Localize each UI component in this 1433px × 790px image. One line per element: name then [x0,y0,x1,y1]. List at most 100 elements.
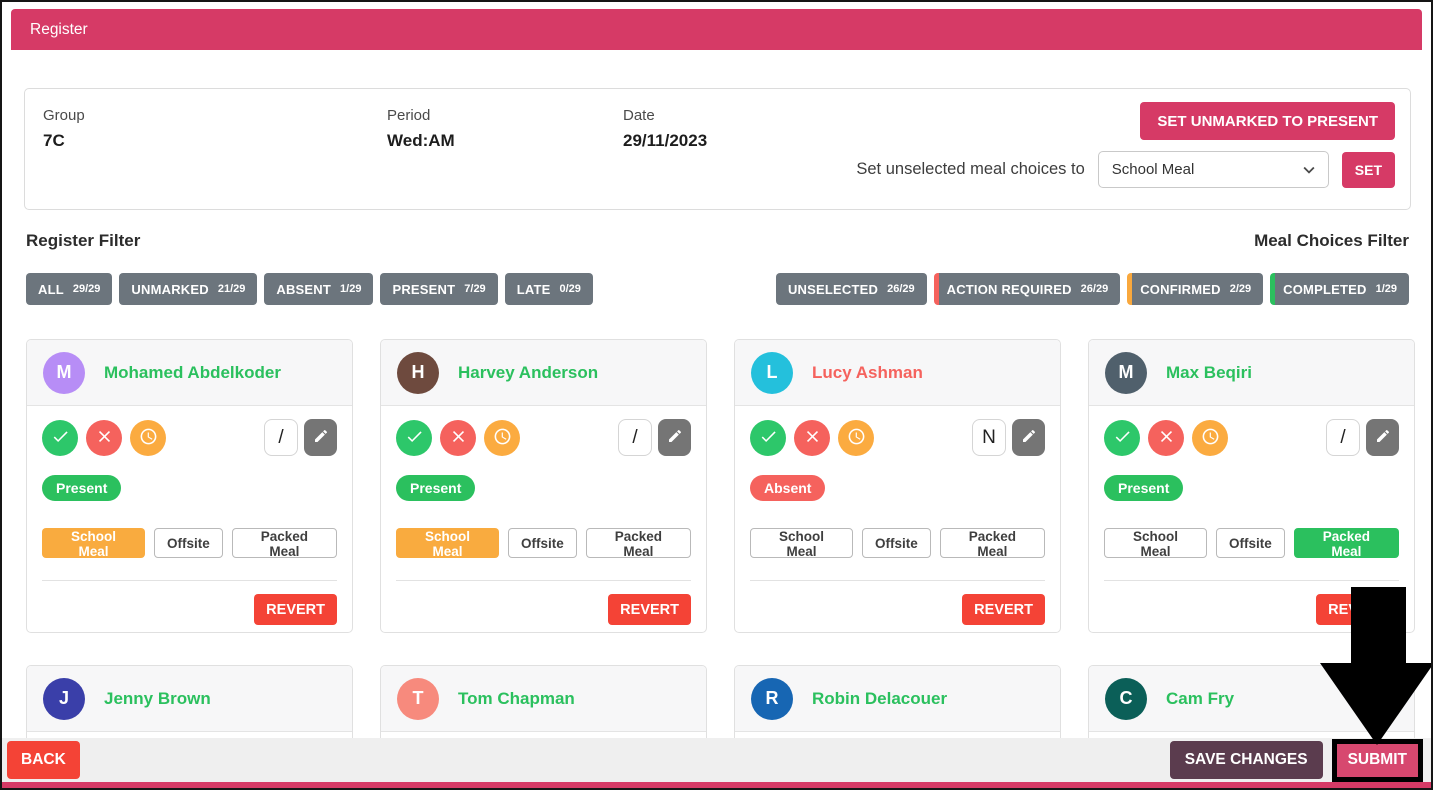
filter-count: 21/29 [218,283,246,295]
filter-label: COMPLETED [1283,282,1366,297]
meal-set-row: Set unselected meal choices to School Me… [856,151,1395,188]
student-card-header: R Robin Delacouer [735,666,1060,732]
meal-option-offsite-button[interactable]: Offsite [1216,528,1285,558]
mark-absent-button[interactable] [86,420,122,456]
filter-button-all[interactable]: ALL 29/29 [26,273,112,305]
filter-count: 7/29 [464,283,485,295]
set-meal-button[interactable]: SET [1342,152,1395,188]
register-page: Register Group 7C Period Wed:AM Date 29/… [0,0,1433,790]
student-card-header: M Mohamed Abdelkoder [27,340,352,406]
student-card-harvey-anderson: H Harvey Anderson / Present School MealO… [380,339,707,633]
edit-mark-button[interactable] [1366,419,1399,456]
filter-button-absent[interactable]: ABSENT 1/29 [264,273,373,305]
meal-option-offsite-button[interactable]: Offsite [862,528,931,558]
avatar: R [751,678,793,720]
meal-options-row: School Meal Offsite Packed Meal [1104,528,1399,558]
edit-mark-button[interactable] [304,419,337,456]
mark-late-button[interactable] [130,420,166,456]
date-field: Date 29/11/2023 [623,107,707,151]
revert-button[interactable]: REVERT [1316,594,1399,625]
student-name: Cam Fry [1166,689,1234,709]
date-value: 29/11/2023 [623,131,707,151]
check-icon [1113,427,1132,449]
filter-button-present[interactable]: PRESENT 7/29 [380,273,497,305]
meal-option-packed-meal-button[interactable]: Packed Meal [940,528,1045,558]
filter-button-action-required[interactable]: ACTION REQUIRED 26/29 [934,273,1121,305]
bottom-accent-strip [2,782,1431,788]
register-filter-group: ALL 29/29 UNMARKED 21/29 ABSENT 1/29 PRE… [26,273,593,305]
filter-label: UNSELECTED [788,282,878,297]
mark-absent-button[interactable] [794,420,830,456]
filter-label: ACTION REQUIRED [947,282,1072,297]
student-card-header: H Harvey Anderson [381,340,706,406]
student-name: Mohamed Abdelkoder [104,363,281,383]
filter-button-late[interactable]: LATE 0/29 [505,273,593,305]
mark-late-button[interactable] [1192,420,1228,456]
meal-option-packed-meal-button[interactable]: Packed Meal [1294,528,1399,558]
filter-count: 29/29 [73,283,101,295]
avatar: L [751,352,793,394]
mark-present-button[interactable] [750,420,786,456]
avatar: J [43,678,85,720]
meal-option-packed-meal-button[interactable]: Packed Meal [586,528,691,558]
meal-option-school-meal-button[interactable]: School Meal [750,528,853,558]
meal-option-school-meal-button[interactable]: School Meal [1104,528,1207,558]
card-body: / Present School MealOffsitePacked Meal … [381,406,706,625]
mark-code-display: / [264,419,298,456]
mark-buttons-row: / [1104,419,1399,456]
meal-option-school-meal-button[interactable]: School Meal [42,528,145,558]
meal-options-row: School Meal Offsite Packed Meal [750,528,1045,558]
mark-buttons-row: N [750,419,1045,456]
mark-present-button[interactable] [42,420,78,456]
mark-buttons-row: / [396,419,691,456]
meal-set-label: Set unselected meal choices to [856,160,1084,179]
revert-button[interactable]: REVERT [962,594,1045,625]
back-button[interactable]: BACK [7,741,80,779]
register-filter-title: Register Filter [26,231,140,251]
set-unmarked-to-present-button[interactable]: SET UNMARKED TO PRESENT [1140,102,1395,140]
meal-option-offsite-button[interactable]: Offsite [508,528,577,558]
meal-option-packed-meal-button[interactable]: Packed Meal [232,528,337,558]
mark-late-button[interactable] [484,420,520,456]
page-title-bar: Register [11,9,1422,50]
mark-absent-button[interactable] [1148,420,1184,456]
pencil-icon [1375,428,1391,447]
student-card-mohamed-abdelkoder: M Mohamed Abdelkoder / Present School Me… [26,339,353,633]
avatar: C [1105,678,1147,720]
mark-late-button[interactable] [838,420,874,456]
student-cards-area: M Mohamed Abdelkoder / Present School Me… [2,332,1431,786]
clock-icon [1201,427,1220,449]
edit-mark-button[interactable] [658,419,691,456]
save-changes-button[interactable]: SAVE CHANGES [1170,741,1323,779]
mark-present-button[interactable] [1104,420,1140,456]
filter-button-unselected[interactable]: UNSELECTED 26/29 [776,273,927,305]
date-label: Date [623,107,707,124]
revert-row: REVERT [750,594,1045,625]
filter-titles-row: Register Filter Meal Choices Filter [26,231,1409,251]
filter-button-unmarked[interactable]: UNMARKED 21/29 [119,273,257,305]
card-body: N Absent School Meal Offsite Packed Meal R… [735,406,1060,625]
submit-button[interactable]: SUBMIT [1337,744,1418,777]
clock-icon [847,427,866,449]
revert-button[interactable]: REVERT [254,594,337,625]
student-card-header: J Jenny Brown [27,666,352,732]
student-card-lucy-ashman: L Lucy Ashman N Absent School MealOffsit… [734,339,1061,633]
status-badge: Absent [750,475,825,501]
chevron-down-icon [1298,159,1320,181]
mark-present-button[interactable] [396,420,432,456]
edit-mark-button[interactable] [1012,419,1045,456]
meal-option-offsite-button[interactable]: Offsite [154,528,223,558]
mark-absent-button[interactable] [440,420,476,456]
filter-count: 1/29 [340,283,361,295]
filter-button-completed[interactable]: COMPLETED 1/29 [1270,273,1409,305]
card-row-1: M Mohamed Abdelkoder / Present School Me… [26,339,1415,633]
filter-button-confirmed[interactable]: CONFIRMED 2/29 [1127,273,1263,305]
filter-count: 26/29 [1081,283,1109,295]
student-name: Harvey Anderson [458,363,598,383]
cross-icon [1157,427,1176,449]
card-divider [1104,580,1399,581]
revert-button[interactable]: REVERT [608,594,691,625]
student-card-header: C Cam Fry [1089,666,1414,732]
meal-choice-select[interactable]: School Meal [1098,151,1329,188]
meal-option-school-meal-button[interactable]: School Meal [396,528,499,558]
